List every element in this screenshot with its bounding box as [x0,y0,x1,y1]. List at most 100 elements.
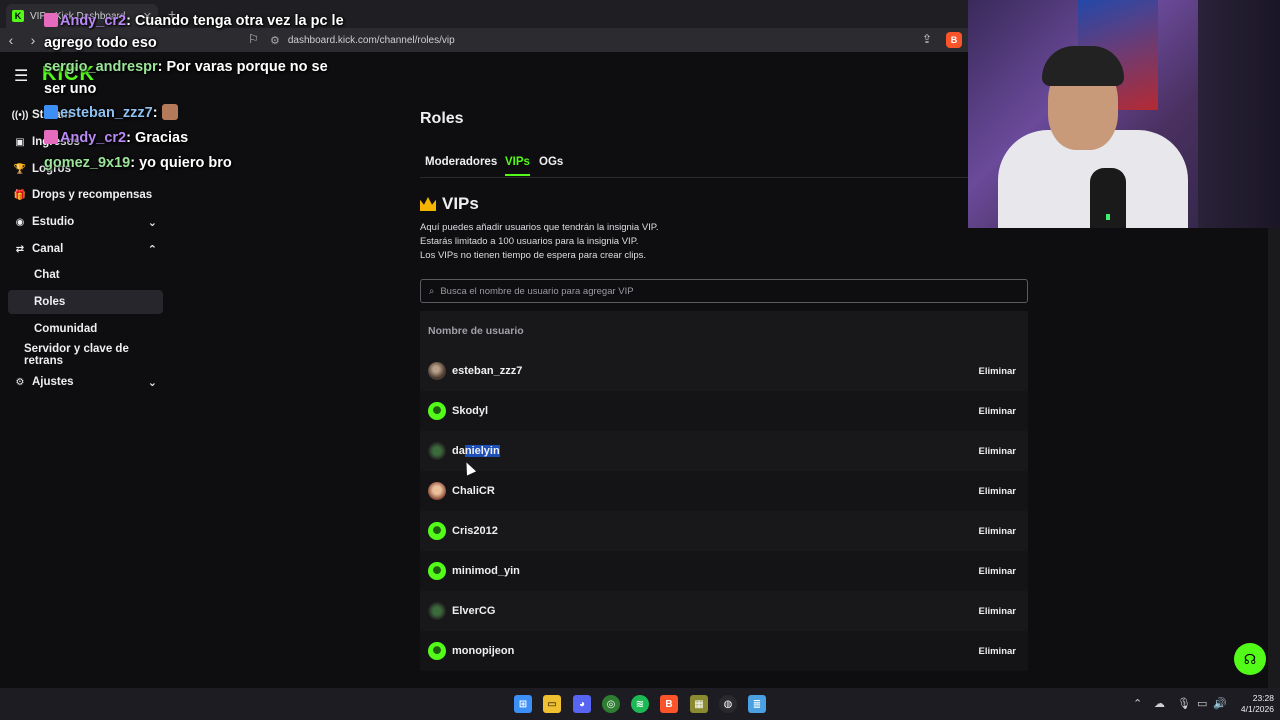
chat-message: sergio_andrespr: Por varas porque no se … [44,59,328,97]
headset-icon: ☊ [1243,650,1257,667]
help-chat-button[interactable]: ☊ [1234,643,1266,675]
vip-user-row: monopijeon Eliminar [420,631,1028,671]
column-header-username: Nombre de usuario [420,311,1028,351]
minecraft-icon[interactable]: ▦ [690,695,708,713]
kick-favicon-icon: K [12,10,24,22]
broadcast-icon: ((•)) [11,109,29,121]
avatar[interactable] [428,602,446,620]
search-icon: ⌕ [429,285,435,297]
vip-user-row: esteban_zzz7 Eliminar [420,351,1028,391]
spotify-icon[interactable]: ≋ [631,695,649,713]
vip-search-box[interactable]: ⌕ [420,279,1028,303]
emote-icon [161,104,178,120]
avatar[interactable] [428,482,446,500]
chevron-down-icon: ⌄ [147,216,157,229]
remove-vip-button[interactable]: Eliminar [973,562,1023,581]
microphone-icon[interactable]: 🎙 [1177,697,1191,710]
chat-message: Andy_cr2: Cuando tenga otra vez la pc le… [44,13,344,51]
chevron-up-icon: ⌃ [147,243,157,256]
avatar[interactable] [428,402,446,420]
roles-tabs: Moderadores VIPs OGs [420,152,1028,178]
sidebar-item-chat[interactable]: Chat [8,263,163,287]
file-explorer-icon[interactable]: ▭ [543,695,561,713]
remove-vip-button[interactable]: Eliminar [973,602,1023,621]
windows-start-icon[interactable]: ⊞ [514,695,532,713]
vip-user-row: Cris2012 Eliminar [420,511,1028,551]
sidebar-item-servidor[interactable]: Servidor y clave de retrans [8,343,163,367]
sidebar-item-ajustes[interactable]: ⚙ Ajustes ⌄ [8,370,163,394]
vip-user-row: ChaliCR Eliminar [420,471,1028,511]
vip-user-row: ElverCG Eliminar [420,591,1028,631]
chat-message: esteban_zzz7: [44,102,178,124]
webcam-overlay [968,0,1280,228]
tab-moderadores[interactable]: Moderadores [425,156,497,168]
forward-icon[interactable]: › [22,32,44,48]
remove-vip-button[interactable]: Eliminar [973,522,1023,541]
taskbar-clock[interactable]: 23:28 4/1/2026 [1224,693,1274,715]
vip-user-row: Skodyl Eliminar [420,391,1028,431]
trophy-icon: 🏆 [13,163,27,175]
sidebar-item-estudio[interactable]: ◉ Estudio ⌄ [8,210,163,234]
vip-user-row: minimod_yin Eliminar [420,551,1028,591]
gift-icon: 🎁 [13,189,27,201]
avatar[interactable] [428,562,446,580]
avatar[interactable] [428,442,446,460]
network-icon[interactable]: ▭ [1197,697,1207,710]
vip-badge-icon [44,105,58,119]
remove-vip-button[interactable]: Eliminar [973,362,1023,381]
wallet-icon: ▣ [15,136,25,148]
username[interactable]: ChaliCR [452,485,495,497]
remove-vip-button[interactable]: Eliminar [973,642,1023,661]
studio-icon: ◉ [15,216,25,228]
sidebar-item-drops[interactable]: 🎁 Drops y recompensas [8,183,163,207]
streamer-cap [1042,46,1124,86]
clock-time: 23:28 [1252,693,1274,703]
chrome-icon[interactable]: ◎ [602,695,620,713]
username[interactable]: Cris2012 [452,525,498,537]
curtain-image [1198,0,1280,228]
tray-chevron-up-icon[interactable]: ⌃ [1133,697,1142,710]
username[interactable]: ElverCG [452,605,495,617]
username[interactable]: esteban_zzz7 [452,365,522,377]
remove-vip-button[interactable]: Eliminar [973,402,1023,421]
chevron-down-icon: ⌄ [147,376,157,389]
vip-search-input[interactable] [440,285,1001,297]
notepad-icon[interactable]: ≣ [748,695,766,713]
sidebar-item-canal[interactable]: ⇄ Canal ⌃ [8,237,163,261]
windows-taskbar: ⊞ ▭ ◕ ◎ ≋ B ▦ ◍ ≣ ⌃ ☁ 🎙 ▭ 🔊 23:28 4/1/20… [0,688,1280,720]
username[interactable]: monopijeon [452,645,514,657]
channel-icon: ⇄ [15,243,25,255]
tab-ogs[interactable]: OGs [539,156,563,168]
crown-icon [420,197,436,211]
share-icon[interactable]: ⇪ [922,32,932,46]
username[interactable]: danielyin [452,445,500,457]
remove-vip-button[interactable]: Eliminar [973,482,1023,501]
vip-section-heading: VIPs [420,194,479,214]
chat-message: Andy_cr2: Gracias [44,127,188,149]
url-field[interactable]: ⚙ dashboard.kick.com/channel/roles/vip [270,30,970,50]
hamburger-menu-icon[interactable]: ☰ [14,66,28,86]
sidebar-item-comunidad[interactable]: Comunidad [8,317,163,341]
avatar[interactable] [428,642,446,660]
obs-icon[interactable]: ◍ [719,695,737,713]
brave-shield-icon[interactable]: B [946,32,962,48]
sidebar-item-roles[interactable]: Roles [8,290,163,314]
gear-icon: ⚙ [15,376,25,388]
username[interactable]: minimod_yin [452,565,520,577]
page-title: Roles [420,110,464,127]
tab-vips[interactable]: VIPs [505,156,530,176]
description-line: Estarás limitado a 100 usuarios para la … [420,236,639,247]
discord-icon[interactable]: ◕ [573,695,591,713]
brave-icon[interactable]: B [660,695,678,713]
username[interactable]: Skodyl [452,405,488,417]
scrollbar-track[interactable] [1268,228,1280,688]
avatar[interactable] [428,362,446,380]
vip-table-body: esteban_zzz7 Eliminar Skodyl Eliminar daniel… [420,351,1028,671]
screen: K VIP - Kick Dashboard ✕ + ‹ › ⚐ ⚙ dashb… [0,0,1280,720]
cloud-icon[interactable]: ☁ [1154,697,1165,710]
remove-vip-button[interactable]: Eliminar [973,442,1023,461]
vip-user-row: danielyin Eliminar [420,431,1028,471]
back-icon[interactable]: ‹ [0,32,22,48]
avatar[interactable] [428,522,446,540]
description-line: Aquí puedes añadir usuarios que tendrán … [420,222,659,233]
